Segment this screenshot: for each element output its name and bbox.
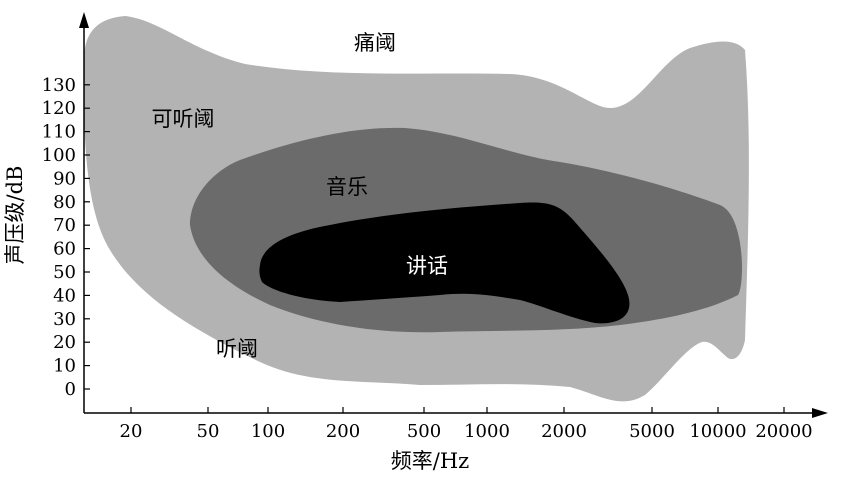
x-tick-label: 10000: [689, 421, 746, 442]
x-tick-label: 20000: [755, 421, 812, 442]
speech-label: 讲话: [406, 254, 448, 278]
x-tick-label: 2000: [541, 421, 587, 442]
x-tick-label: 50: [197, 421, 220, 442]
x-tick-label: 1000: [464, 421, 510, 442]
pain-threshold-label: 痛阈: [354, 31, 396, 55]
hearing-range-diagram: 0 10 20 30 40 50 60 70 80 90 100 110 120 130 20 50 100 2…: [0, 0, 851, 476]
hearing-threshold-label: 听阈: [216, 337, 258, 361]
diagram-canvas: 0102030405060708090100110120130 20 50 100 2…: [3, 12, 828, 473]
x-axis-arrow: [812, 408, 828, 418]
y-tick-label: 20: [53, 332, 76, 353]
y-tick-label: 10: [53, 356, 76, 377]
y-tick-label: 110: [42, 122, 76, 143]
y-axis-ticks: 010 2030 405060 7080 90100110 120130: [42, 75, 90, 400]
y-tick-label: 70: [53, 215, 76, 236]
y-tick-label: 90: [53, 168, 76, 189]
x-tick-label: 5000: [629, 421, 675, 442]
x-tick-label: 200: [326, 421, 360, 442]
y-tick-label: 80: [53, 192, 76, 213]
y-axis-title: 声压级/dB: [3, 166, 27, 265]
x-tick-label: 20: [120, 421, 143, 442]
y-tick-label: 120: [42, 98, 76, 119]
y-tick-label: 130: [42, 75, 76, 96]
y-tick-label: 30: [53, 309, 76, 330]
x-tick-label: 500: [407, 421, 441, 442]
y-tick-label: 60: [53, 239, 76, 260]
y-tick-label: 100: [42, 145, 76, 166]
music-label: 音乐: [326, 175, 368, 199]
y-axis-arrow: [79, 12, 89, 28]
audible-threshold-label: 可听阈: [152, 107, 215, 131]
x-axis-title: 频率/Hz: [391, 449, 469, 473]
y-tick-label: 50: [53, 262, 76, 283]
x-tick-label: 100: [251, 421, 285, 442]
y-tick-label: 40: [53, 285, 76, 306]
y-tick-label: 0: [65, 379, 76, 400]
